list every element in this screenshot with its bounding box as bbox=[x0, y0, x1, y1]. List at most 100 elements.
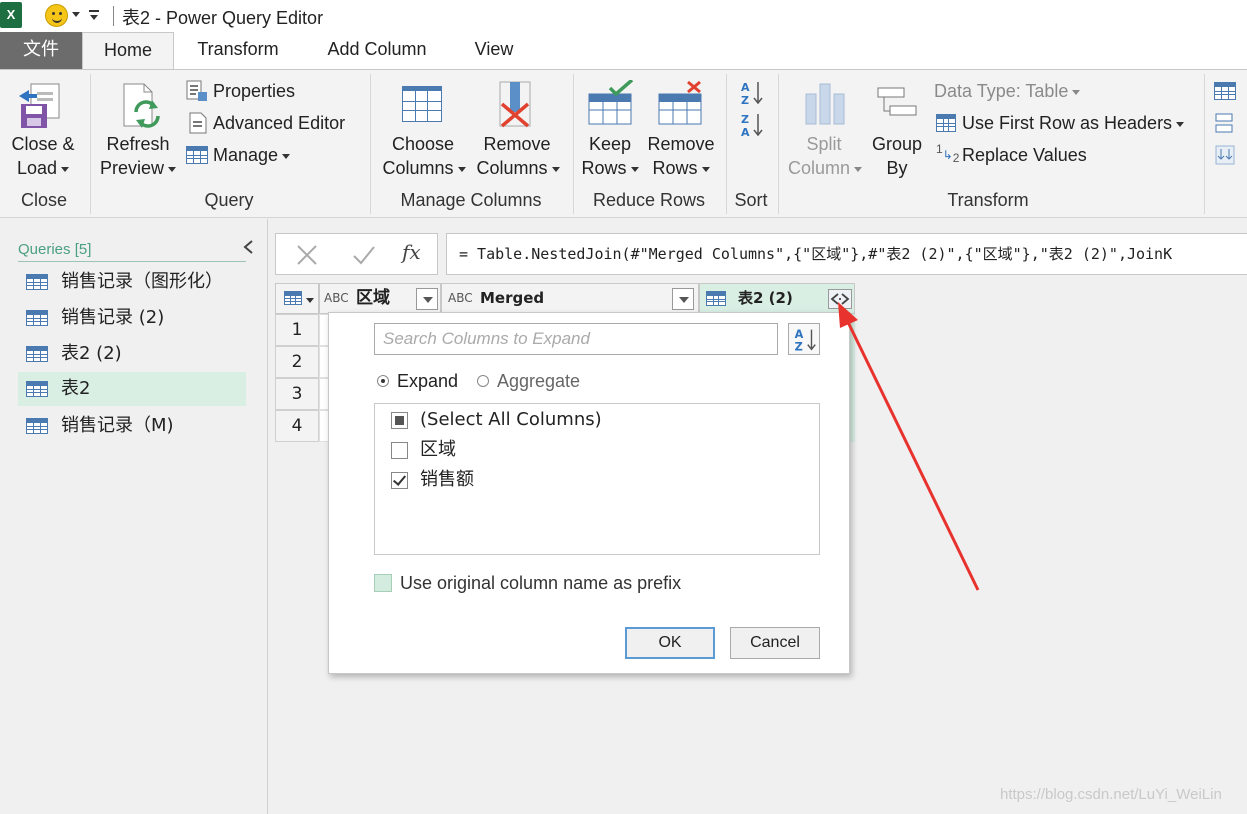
query-item[interactable]: 销售记录（图形化） bbox=[18, 265, 246, 299]
search-columns-input[interactable]: Search Columns to Expand bbox=[374, 323, 778, 355]
checkbox-partial-icon bbox=[391, 412, 408, 429]
row-number[interactable]: 4 bbox=[275, 410, 319, 442]
group-separator bbox=[573, 74, 574, 214]
chevron-down-icon[interactable] bbox=[90, 15, 98, 20]
ribbon: Close & Load Close Refresh Preview Prope… bbox=[0, 69, 1247, 218]
sort-columns-icon[interactable]: A Z bbox=[788, 323, 820, 355]
separator bbox=[113, 6, 114, 26]
tab-transform[interactable]: Transform bbox=[176, 32, 300, 69]
remove-columns-label-1[interactable]: Remove bbox=[472, 132, 562, 156]
column-name: 表2 (2) bbox=[738, 289, 793, 307]
group-label-manage-columns: Manage Columns bbox=[400, 190, 542, 210]
split-column-label-1[interactable]: Split bbox=[784, 132, 864, 156]
queries-header: Queries [5] bbox=[18, 241, 92, 258]
chevron-down-icon[interactable] bbox=[72, 12, 80, 17]
keep-rows-button[interactable]: Rows bbox=[578, 156, 642, 180]
choose-columns-label-1[interactable]: Choose bbox=[378, 132, 468, 156]
remove-rows-icon bbox=[658, 80, 702, 125]
group-by-label-2[interactable]: By bbox=[866, 156, 928, 180]
svg-text:A: A bbox=[741, 81, 750, 94]
tab-file[interactable]: 文件 bbox=[0, 32, 82, 69]
replace-values-icon: 1↳2 bbox=[936, 142, 960, 165]
tab-home[interactable]: Home bbox=[82, 32, 174, 70]
checkbox-checked-icon bbox=[391, 472, 408, 489]
formula-input[interactable]: = Table.NestedJoin(#"Merged Columns",{"区… bbox=[446, 233, 1247, 275]
remove-columns-button[interactable]: Columns bbox=[472, 156, 564, 180]
remove-rows-label-1[interactable]: Remove bbox=[644, 132, 718, 156]
group-label-query: Query bbox=[204, 190, 254, 210]
text-type-icon[interactable]: ABC bbox=[324, 284, 349, 313]
properties-icon bbox=[186, 80, 207, 101]
advanced-editor-button[interactable]: Advanced Editor bbox=[213, 110, 345, 136]
split-column-button[interactable]: Column bbox=[784, 156, 866, 180]
tab-view[interactable]: View bbox=[454, 32, 534, 69]
collapse-pane-icon[interactable] bbox=[242, 239, 254, 255]
text-type-icon[interactable]: ABC bbox=[448, 284, 473, 313]
commit-formula-icon[interactable] bbox=[352, 244, 376, 266]
remove-rows-button[interactable]: Rows bbox=[644, 156, 718, 180]
cancel-formula-icon[interactable] bbox=[296, 244, 318, 266]
chevron-down-icon bbox=[1072, 89, 1081, 95]
customize-toolbar-icon[interactable] bbox=[89, 10, 99, 12]
chevron-down-icon bbox=[1176, 121, 1185, 127]
refresh-label-1[interactable]: Refresh bbox=[98, 132, 178, 156]
combine-files-icon[interactable] bbox=[1214, 144, 1236, 166]
group-by-label-1[interactable]: Group bbox=[866, 132, 928, 156]
row-number[interactable]: 2 bbox=[275, 346, 319, 378]
smiley-feedback-icon[interactable] bbox=[45, 4, 68, 27]
formula-controls: fx bbox=[275, 233, 438, 275]
title-bar: X 表2 - Power Query Editor bbox=[0, 0, 1247, 32]
table-icon bbox=[26, 381, 48, 397]
keep-rows-label-1[interactable]: Keep bbox=[578, 132, 642, 156]
column-header[interactable]: ABC Merged bbox=[441, 283, 699, 314]
table-icon bbox=[26, 418, 48, 434]
tab-add-column[interactable]: Add Column bbox=[302, 32, 452, 69]
table-icon bbox=[26, 310, 48, 326]
cancel-button[interactable]: Cancel bbox=[730, 627, 820, 659]
refresh-preview-button[interactable]: Preview bbox=[98, 156, 178, 180]
fx-icon[interactable]: fx bbox=[402, 240, 421, 264]
query-label: 销售记录 (2) bbox=[61, 307, 165, 328]
sort-descending-icon[interactable]: Z A bbox=[740, 112, 764, 138]
manage-label: Manage bbox=[213, 145, 279, 165]
expand-column-icon[interactable] bbox=[828, 289, 852, 309]
group-label-reduce-rows: Reduce Rows bbox=[592, 190, 706, 210]
column-header[interactable]: ABC 区域 bbox=[319, 283, 441, 314]
group-by-icon bbox=[877, 87, 917, 116]
append-queries-icon[interactable] bbox=[1214, 112, 1236, 134]
choose-columns-label-2: Columns bbox=[382, 158, 454, 178]
group-label-sort: Sort bbox=[734, 190, 768, 210]
group-separator bbox=[726, 74, 727, 214]
replace-values-button[interactable]: Replace Values bbox=[962, 142, 1087, 168]
choose-columns-button[interactable]: Columns bbox=[378, 156, 470, 180]
query-item[interactable]: 销售记录 (2) bbox=[18, 301, 246, 335]
checkbox-label: (Select All Columns) bbox=[420, 409, 602, 430]
data-type-dropdown[interactable]: Data Type: Table bbox=[934, 78, 1081, 104]
row-number[interactable]: 1 bbox=[275, 314, 319, 346]
merge-queries-icon[interactable] bbox=[1214, 82, 1236, 100]
table-type-icon bbox=[706, 291, 726, 306]
query-item[interactable]: 销售记录（M) bbox=[18, 409, 246, 443]
remove-columns-icon bbox=[499, 81, 531, 128]
row-number[interactable]: 3 bbox=[275, 378, 319, 410]
split-column-icon bbox=[805, 83, 845, 125]
ribbon-tabs: 文件 Home Transform Add Column View bbox=[0, 32, 1247, 70]
query-item-selected[interactable]: 表2 bbox=[18, 372, 246, 406]
svg-text:A: A bbox=[741, 126, 750, 138]
manage-button[interactable]: Manage bbox=[213, 142, 291, 168]
table-icon bbox=[26, 346, 48, 362]
chevron-down-icon bbox=[854, 166, 863, 172]
column-filter-button[interactable] bbox=[416, 288, 438, 310]
ok-button[interactable]: OK bbox=[625, 627, 715, 659]
advanced-editor-icon bbox=[189, 112, 207, 134]
column-filter-button[interactable] bbox=[672, 288, 694, 310]
use-first-row-as-headers-button[interactable]: Use First Row as Headers bbox=[962, 110, 1185, 136]
choose-columns-icon bbox=[402, 86, 442, 122]
close-load-label-1[interactable]: Close & bbox=[6, 132, 80, 156]
properties-button[interactable]: Properties bbox=[213, 78, 295, 104]
query-item[interactable]: 表2 (2) bbox=[18, 337, 246, 371]
sort-ascending-icon[interactable]: A Z bbox=[740, 80, 764, 106]
table-menu-button[interactable] bbox=[275, 283, 319, 314]
column-header-selected[interactable]: 表2 (2) bbox=[699, 283, 855, 314]
close-load-button[interactable]: Load bbox=[6, 156, 80, 180]
